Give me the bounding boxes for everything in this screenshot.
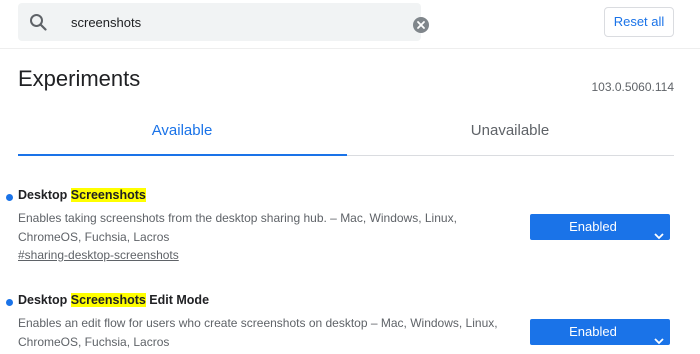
modified-dot-icon	[6, 194, 13, 201]
experiment-permalink[interactable]: #sharing-desktop-screenshots	[18, 248, 179, 262]
top-bar: Reset all	[0, 0, 700, 48]
experiment-title: Desktop Screenshots Edit Mode	[18, 293, 209, 307]
active-tab-indicator	[18, 154, 347, 156]
search-input[interactable]	[71, 11, 391, 33]
clear-search-icon[interactable]	[412, 16, 430, 34]
experiment-description: Enables taking screenshots from the desk…	[18, 211, 457, 244]
experiment-state-select[interactable]: Enabled	[530, 214, 670, 240]
experiment-title-prefix: Desktop	[18, 188, 71, 202]
experiment-title-suffix: Edit Mode	[145, 293, 210, 307]
experiment-title-prefix: Desktop	[18, 293, 71, 307]
search-box[interactable]	[18, 3, 429, 41]
page-title: Experiments	[18, 66, 141, 91]
modified-dot-icon	[6, 299, 13, 306]
search-icon	[29, 13, 47, 31]
reset-all-button[interactable]: Reset all	[604, 7, 674, 37]
search-match-highlight: Screenshots	[70, 293, 146, 307]
select-value: Enabled	[569, 324, 617, 339]
chevron-down-icon	[654, 328, 664, 345]
search-match-highlight: Screenshots	[70, 188, 146, 202]
experiment-description: Enables an edit flow for users who creat…	[18, 316, 498, 349]
chevron-down-icon	[654, 223, 664, 240]
version-number: 103.0.5060.114	[591, 80, 674, 94]
tab-available[interactable]: Available	[18, 122, 346, 156]
experiment-state-select[interactable]: Enabled	[530, 319, 670, 345]
header-divider	[0, 48, 700, 49]
select-value: Enabled	[569, 219, 617, 234]
tab-unavailable[interactable]: Unavailable	[346, 122, 674, 156]
experiment-title: Desktop Screenshots	[18, 188, 146, 202]
